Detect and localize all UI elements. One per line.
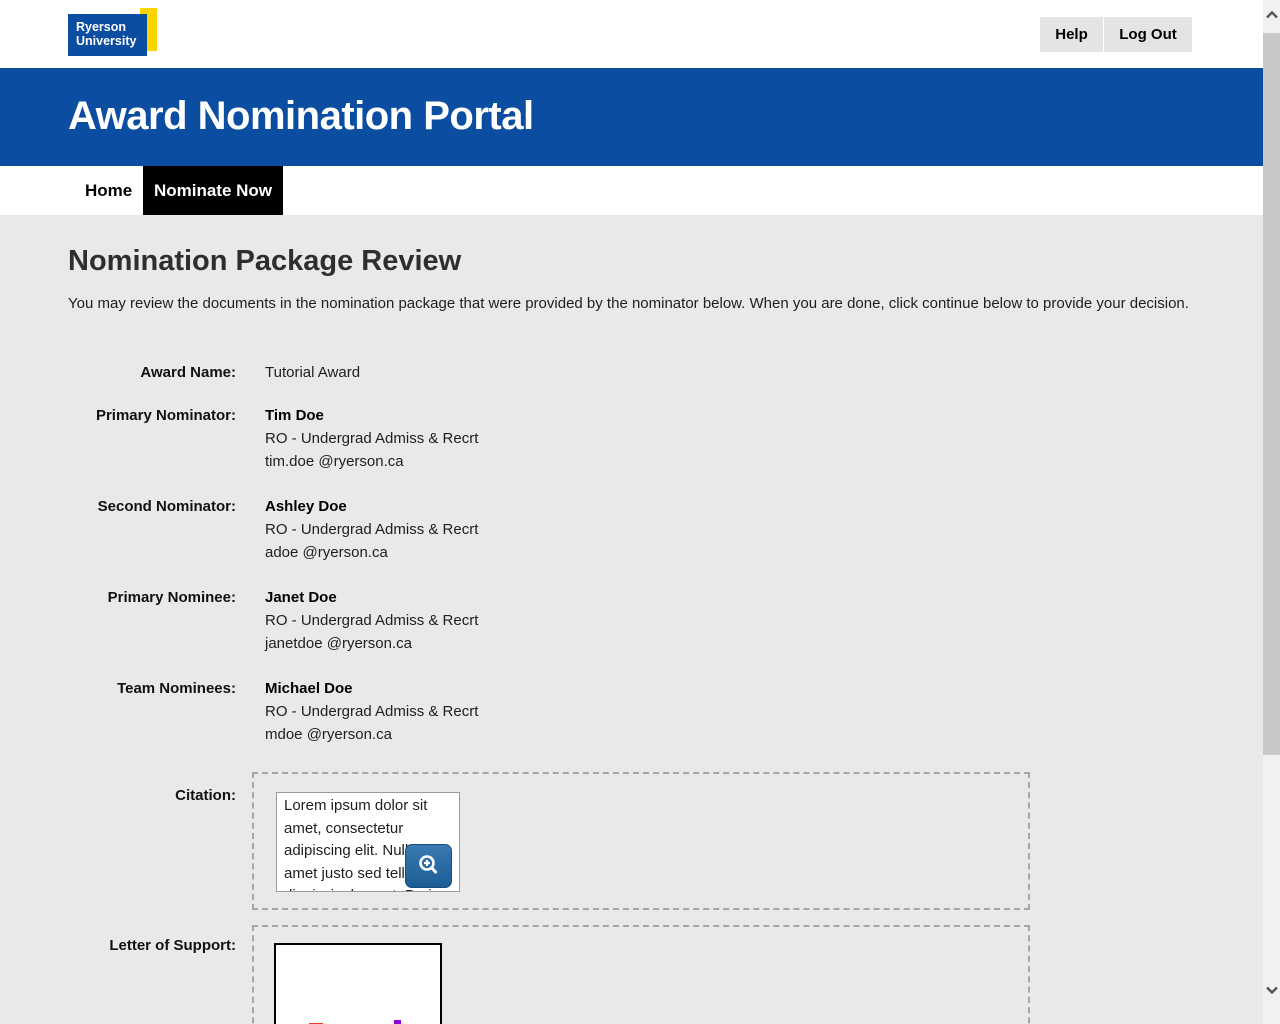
portal-banner: Award Nomination Portal [0, 68, 1263, 166]
award-name-value: Tutorial Award [265, 361, 360, 384]
primary-nominator-label: Primary Nominator: [68, 404, 236, 427]
nav-tab-home[interactable]: Home [85, 166, 132, 215]
person-dept: RO - Undergrad Admiss & Recrt [265, 609, 478, 632]
intro-text: You may review the documents in the nomi… [68, 292, 1193, 315]
letter-of-support-label: Letter of Support: [68, 934, 236, 957]
team-nominees-label: Team Nominees: [68, 677, 236, 700]
person-name: Tim Doe [265, 404, 478, 427]
top-bar: Ryerson University Help Log Out [0, 0, 1263, 68]
scrollbar-thumb[interactable] [1263, 33, 1280, 755]
letter-document-preview [274, 943, 442, 1024]
citation-label: Citation: [68, 784, 236, 807]
letter-of-support-dropzone [252, 925, 1030, 1024]
help-button[interactable]: Help [1040, 17, 1103, 52]
citation-dropzone: Lorem ipsum dolor sit amet, consectetur … [252, 772, 1030, 910]
team-nominees-value: Michael Doe RO - Undergrad Admiss & Recr… [265, 677, 478, 746]
person-name: Ashley Doe [265, 495, 478, 518]
logo-wordmark: Ryerson University [68, 14, 147, 56]
person-email: janetdoe @ryerson.ca [265, 632, 478, 655]
scroll-up-arrow-icon[interactable] [1263, 6, 1280, 23]
logo-line1: Ryerson [76, 21, 147, 35]
second-nominator-label: Second Nominator: [68, 495, 236, 518]
person-email: tim.doe @ryerson.ca [265, 450, 478, 473]
primary-nominator-value: Tim Doe RO - Undergrad Admiss & Recrt ti… [265, 404, 478, 473]
zoom-in-magnifier-icon [416, 853, 442, 879]
person-name: Janet Doe [265, 586, 478, 609]
nav-tab-nominate-now[interactable]: Nominate Now [143, 166, 283, 215]
primary-nominee-value: Janet Doe RO - Undergrad Admiss & Recrt … [265, 586, 478, 655]
primary-nominee-label: Primary Nominee: [68, 586, 236, 609]
award-nomination-portal-page: Ryerson University Help Log Out Award No… [0, 0, 1263, 1024]
second-nominator-value: Ashley Doe RO - Undergrad Admiss & Recrt… [265, 495, 478, 564]
award-name-label: Award Name: [68, 361, 236, 384]
citation-zoom-button[interactable] [405, 844, 452, 888]
logo-line2: University [76, 35, 147, 49]
scroll-down-arrow-icon[interactable] [1263, 981, 1280, 998]
page-title: Nomination Package Review [68, 245, 461, 278]
person-dept: RO - Undergrad Admiss & Recrt [265, 518, 478, 541]
person-email: mdoe @ryerson.ca [265, 723, 478, 746]
person-dept: RO - Undergrad Admiss & Recrt [265, 427, 478, 450]
portal-title: Award Nomination Portal [68, 94, 534, 139]
person-dept: RO - Undergrad Admiss & Recrt [265, 700, 478, 723]
letter-preview-purple-mark [394, 1020, 401, 1024]
logout-button[interactable]: Log Out [1104, 17, 1192, 52]
person-email: adoe @ryerson.ca [265, 541, 478, 564]
ryerson-university-logo: Ryerson University [68, 8, 163, 58]
person-name: Michael Doe [265, 677, 478, 700]
vertical-scrollbar[interactable] [1263, 0, 1280, 1024]
nav-bar: Home Nominate Now [0, 166, 1263, 215]
